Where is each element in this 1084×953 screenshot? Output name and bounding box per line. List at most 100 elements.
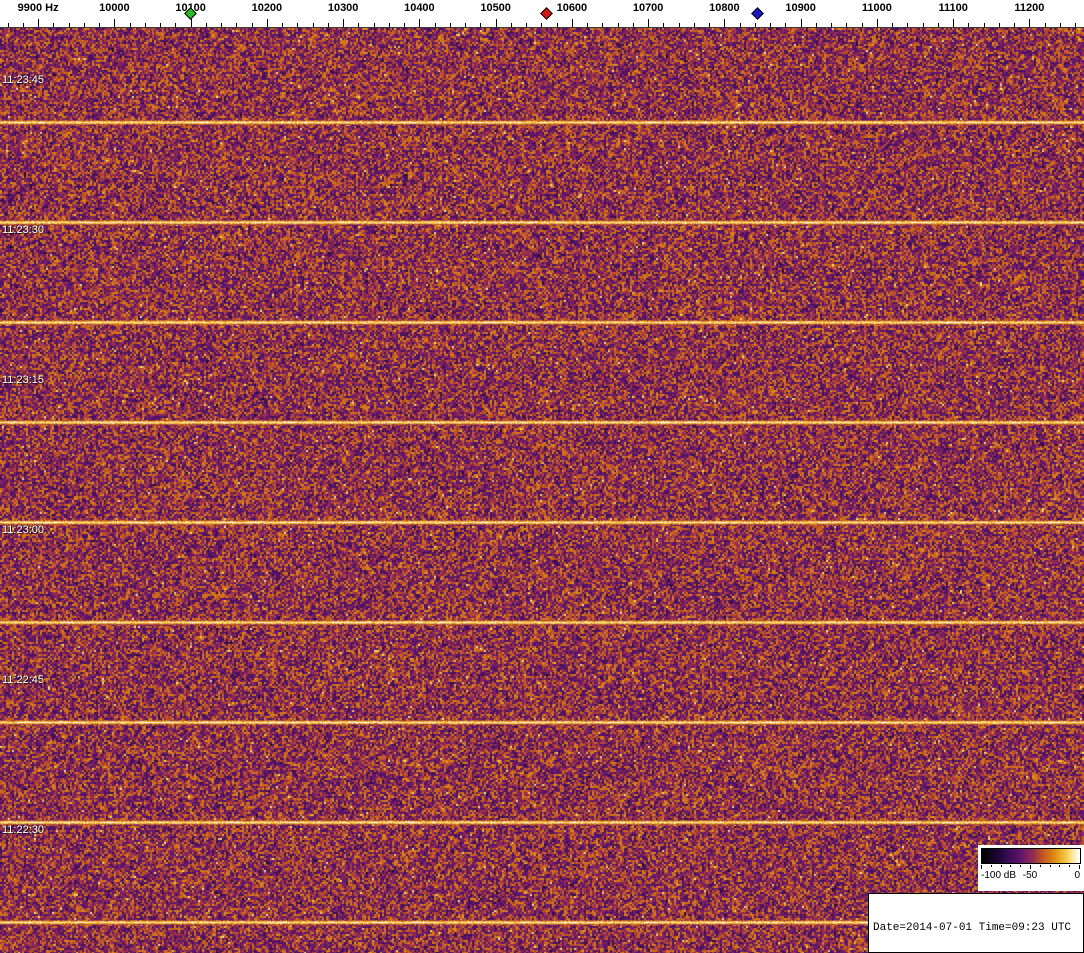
freq-minor-tick [450, 23, 451, 27]
freq-tick-label: 11200 [1014, 2, 1044, 14]
freq-minor-tick [252, 23, 253, 27]
freq-major-tick [724, 19, 725, 27]
freq-minor-tick [435, 23, 436, 27]
freq-minor-tick [84, 23, 85, 27]
freq-minor-tick [8, 23, 9, 27]
freq-minor-tick [358, 23, 359, 27]
freq-major-tick [801, 19, 802, 27]
freq-minor-tick [526, 23, 527, 27]
status-info-box: Date=2014-07-01 Time=09:23 UTC Freq=143 … [868, 893, 1084, 953]
colorbar-tick [1069, 865, 1070, 867]
colorbar-tick [1040, 865, 1041, 867]
freq-major-tick [648, 19, 649, 27]
freq-major-tick [496, 19, 497, 27]
freq-minor-tick [663, 23, 664, 27]
colorbar-tick [1020, 865, 1021, 867]
freq-minor-tick [465, 23, 466, 27]
freq-minor-tick [175, 23, 176, 27]
colorbar-legend: -100 dB -50 0 [978, 845, 1084, 891]
freq-major-tick [419, 19, 420, 27]
freq-major-tick [191, 19, 192, 27]
freq-minor-tick [160, 23, 161, 27]
freq-major-tick [343, 19, 344, 27]
freq-major-tick [1029, 19, 1030, 27]
freq-minor-tick [618, 23, 619, 27]
waterfall-window: 9900 Hz100001010010200103001040010500106… [0, 0, 1084, 953]
freq-tick-label: 11100 [938, 2, 967, 14]
freq-minor-tick [313, 23, 314, 27]
freq-minor-tick [1014, 23, 1015, 27]
freq-minor-tick [938, 23, 939, 27]
freq-minor-tick [907, 23, 908, 27]
freq-tick-label: 10200 [252, 2, 283, 14]
freq-tick-label: 10500 [480, 2, 511, 14]
freq-tick-label: 10600 [557, 2, 588, 14]
freq-minor-tick [69, 23, 70, 27]
freq-minor-tick [1075, 23, 1076, 27]
freq-minor-tick [480, 23, 481, 27]
freq-minor-tick [236, 23, 237, 27]
freq-major-tick [267, 19, 268, 27]
freq-minor-tick [740, 23, 741, 27]
marker-red-diamond[interactable] [540, 7, 553, 20]
freq-tick-label: 10400 [404, 2, 435, 14]
freq-minor-tick [755, 23, 756, 27]
freq-minor-tick [99, 23, 100, 27]
freq-minor-tick [984, 23, 985, 27]
freq-minor-tick [862, 23, 863, 27]
colorbar-tick [991, 865, 992, 867]
freq-minor-tick [1060, 23, 1061, 27]
freq-minor-tick [892, 23, 893, 27]
info-date-time: Date=2014-07-01 Time=09:23 UTC [873, 922, 1079, 935]
freq-minor-tick [846, 23, 847, 27]
freq-minor-tick [145, 23, 146, 27]
freq-minor-tick [709, 23, 710, 27]
colorbar-tick [1079, 865, 1080, 869]
colorbar-label-min: -100 dB [981, 870, 1016, 881]
freq-minor-tick [221, 23, 222, 27]
marker-blue-diamond[interactable] [751, 7, 764, 20]
freq-minor-tick [785, 23, 786, 27]
colorbar-tick [1010, 865, 1011, 867]
colorbar-tick [1001, 865, 1002, 867]
freq-minor-tick [328, 23, 329, 27]
freq-major-tick [572, 19, 573, 27]
colorbar-tick [1050, 865, 1051, 867]
freq-minor-tick [374, 23, 375, 27]
freq-minor-tick [602, 23, 603, 27]
freq-minor-tick [297, 23, 298, 27]
colorbar-tick [1059, 865, 1060, 867]
freq-minor-tick [770, 23, 771, 27]
freq-minor-tick [130, 23, 131, 27]
freq-tick-label: 10300 [328, 2, 359, 14]
freq-major-tick [114, 19, 115, 27]
freq-tick-label: 10900 [785, 2, 816, 14]
spectrogram-canvas[interactable] [0, 28, 1084, 953]
freq-minor-tick [53, 23, 54, 27]
freq-tick-label: 10700 [633, 2, 664, 14]
freq-tick-label: 11000 [862, 2, 892, 14]
colorbar-label-max: 0 [1074, 870, 1080, 881]
freq-tick-label: 10000 [99, 2, 130, 14]
frequency-ruler[interactable]: 9900 Hz100001010010200103001040010500106… [0, 0, 1084, 28]
freq-minor-tick [923, 23, 924, 27]
freq-minor-tick [389, 23, 390, 27]
colorbar-labels: -100 dB -50 0 [978, 870, 1084, 884]
freq-minor-tick [282, 23, 283, 27]
freq-minor-tick [679, 23, 680, 27]
freq-minor-tick [206, 23, 207, 27]
freq-major-tick [877, 19, 878, 27]
freq-minor-tick [23, 23, 24, 27]
freq-minor-tick [587, 23, 588, 27]
freq-minor-tick [831, 23, 832, 27]
freq-minor-tick [694, 23, 695, 27]
freq-minor-tick [404, 23, 405, 27]
freq-minor-tick [633, 23, 634, 27]
freq-minor-tick [968, 23, 969, 27]
freq-minor-tick [557, 23, 558, 27]
freq-minor-tick [511, 23, 512, 27]
freq-minor-tick [816, 23, 817, 27]
colorbar-tick [1030, 865, 1031, 869]
freq-minor-tick [999, 23, 1000, 27]
freq-tick-label: 10800 [709, 2, 740, 14]
